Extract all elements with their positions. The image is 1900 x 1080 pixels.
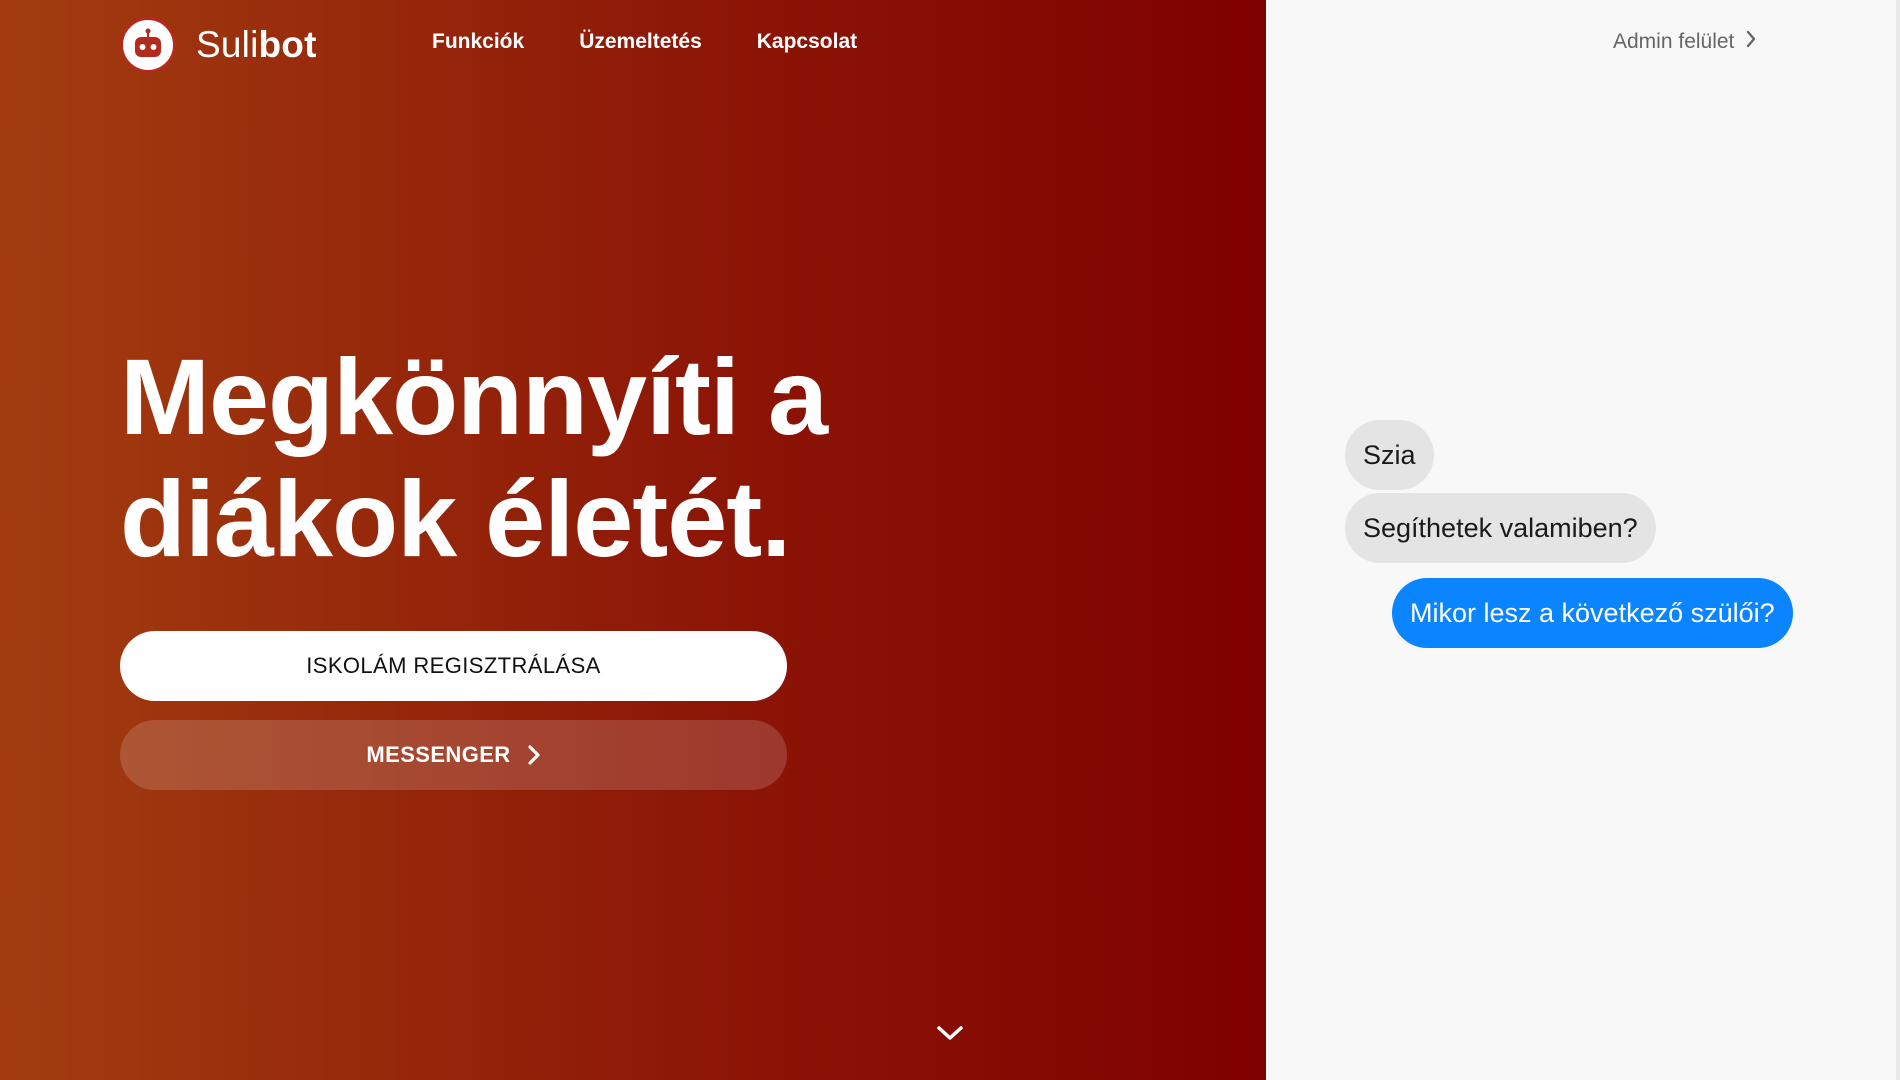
admin-link[interactable]: Admin felület bbox=[1613, 30, 1756, 54]
brand-name-light: Suli bbox=[196, 24, 259, 65]
chat-bubble-bot: Szia bbox=[1345, 420, 1434, 490]
hero-headline: Megkönnyíti a diákok életét. bbox=[120, 336, 1020, 580]
headline-line-1: Megkönnyíti a bbox=[120, 336, 828, 457]
nav-link-uzemeltetes[interactable]: Üzemeltetés bbox=[579, 30, 702, 54]
robot-logo-icon bbox=[120, 17, 176, 73]
chevron-right-icon bbox=[527, 744, 541, 766]
nav-link-kapcsolat[interactable]: Kapcsolat bbox=[757, 30, 857, 54]
hero-section: Sulibot Funkciók Üzemeltetés Kapcsolat M… bbox=[0, 0, 1266, 1080]
brand-logo[interactable]: Sulibot bbox=[120, 17, 317, 73]
admin-link-label: Admin felület bbox=[1613, 30, 1735, 53]
chat-bubble-bot: Segíthetek valamiben? bbox=[1345, 493, 1656, 563]
chevron-right-icon bbox=[1746, 30, 1756, 54]
scroll-down-chevron-icon[interactable] bbox=[935, 1023, 965, 1045]
headline-line-2: diákok életét. bbox=[120, 458, 791, 579]
page-scrollbar[interactable] bbox=[1896, 0, 1900, 1080]
register-school-button[interactable]: ISKOLÁM REGISZTRÁLÁSA bbox=[120, 631, 787, 701]
register-school-label: ISKOLÁM REGISZTRÁLÁSA bbox=[306, 653, 601, 678]
messenger-button[interactable]: MESSENGER bbox=[120, 720, 787, 790]
brand-name: Sulibot bbox=[196, 24, 317, 66]
main-nav: Funkciók Üzemeltetés Kapcsolat bbox=[432, 30, 857, 54]
nav-link-funkciok[interactable]: Funkciók bbox=[432, 30, 524, 54]
brand-name-bold: bot bbox=[258, 24, 317, 65]
chat-bubble-user: Mikor lesz a következő szülői? bbox=[1392, 578, 1793, 648]
messenger-label: MESSENGER bbox=[366, 742, 511, 767]
